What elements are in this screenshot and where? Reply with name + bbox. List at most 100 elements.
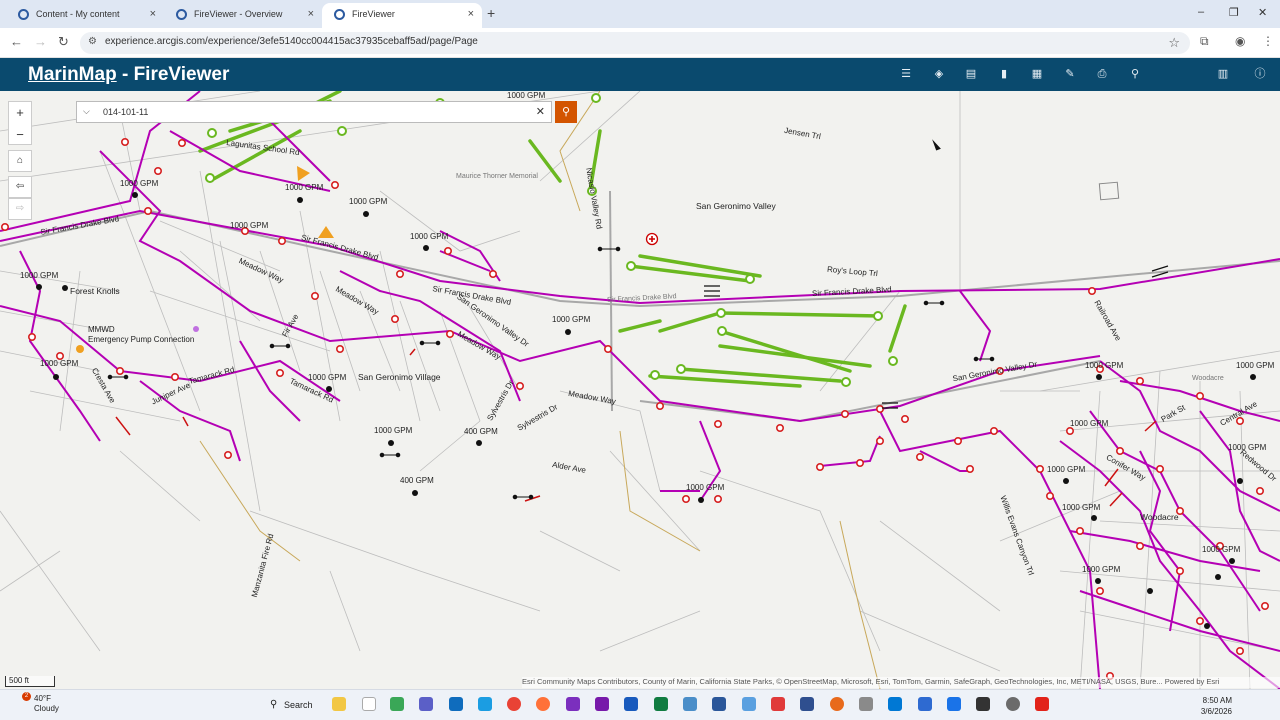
back-arrow-icon[interactable]: ←: [10, 34, 23, 49]
file-explorer-icon[interactable]: [332, 697, 346, 711]
app-dark-icon[interactable]: [976, 697, 990, 711]
app-purple-icon[interactable]: [566, 697, 580, 711]
map-label: 1000 GPM: [1070, 419, 1109, 428]
zoom-in-button[interactable]: +: [9, 102, 31, 124]
taskbar-search[interactable]: ⚲ Search: [262, 695, 322, 715]
word-icon[interactable]: [624, 697, 638, 711]
layers-icon[interactable]: ◈: [932, 67, 946, 81]
tab-title: Content - My content: [36, 9, 120, 19]
app-win-blue-icon[interactable]: [888, 697, 902, 711]
close-icon[interactable]: ×: [150, 3, 156, 25]
firefox-icon[interactable]: [536, 697, 550, 711]
tab-fireviewer[interactable]: FireViewer ×: [322, 3, 482, 28]
close-window-button[interactable]: ✕: [1258, 6, 1267, 19]
info-icon[interactable]: ⓘ: [1253, 67, 1267, 81]
address-bar[interactable]: ⚙ experience.arcgis.com/experience/3efe5…: [80, 32, 1190, 54]
map-label: 1000 GPM: [40, 359, 79, 368]
app-navy-icon[interactable]: [800, 697, 814, 711]
app-darkblue-icon[interactable]: [712, 697, 726, 711]
basemap-gallery-icon[interactable]: ▦: [1030, 67, 1044, 81]
system-clock[interactable]: 8:50 AM 3/6/2026: [1201, 695, 1232, 717]
tab-title: FireViewer: [352, 9, 395, 19]
restore-button[interactable]: ❐: [1229, 6, 1239, 19]
settings-blue-icon[interactable]: [918, 697, 932, 711]
app-red-icon[interactable]: [771, 697, 785, 711]
arcgis-favicon-icon: [334, 9, 345, 20]
cast-icon[interactable]: ⧉: [1200, 34, 1209, 49]
snipping-tool-icon[interactable]: [859, 697, 873, 711]
map-label: 1000 GPM: [1085, 361, 1124, 370]
profile-icon[interactable]: ◉: [1235, 34, 1245, 48]
map-label: 1000 GPM: [1236, 361, 1275, 370]
new-tab-button[interactable]: +: [487, 5, 495, 21]
bookmark-star-icon[interactable]: ☆: [1168, 35, 1180, 51]
notification-badge: 2: [22, 692, 31, 701]
minimize-button[interactable]: –: [1198, 6, 1204, 18]
search-button[interactable]: ⚲: [555, 101, 577, 123]
map-label: Emergency Pump Connection: [88, 335, 195, 344]
previous-extent-button[interactable]: ⇦: [8, 176, 32, 198]
measure-icon[interactable]: ✎: [1063, 67, 1077, 81]
map-label: 1000 GPM: [374, 426, 413, 435]
arcgis-favicon-icon: [18, 9, 29, 20]
app-blue-icon[interactable]: [683, 697, 697, 711]
print-icon[interactable]: ⎙: [1095, 67, 1109, 81]
onenote-icon[interactable]: [595, 697, 609, 711]
app-lightblue-icon[interactable]: [742, 697, 756, 711]
legend-list-icon[interactable]: ☰: [899, 67, 913, 81]
app-title-rest: - FireViewer: [116, 64, 230, 85]
clear-search-icon[interactable]: ✕: [536, 105, 545, 118]
medical-marker: [645, 232, 659, 246]
app-orange-icon[interactable]: [830, 697, 844, 711]
map-label: 1000 GPM: [1062, 503, 1101, 512]
chrome-icon[interactable]: [507, 697, 521, 711]
map-label: 400 GPM: [464, 427, 498, 436]
close-icon[interactable]: ×: [308, 3, 314, 25]
map-label: 400 GPM: [400, 476, 434, 485]
search-icon: ⚲: [270, 699, 278, 710]
edge-icon[interactable]: [478, 697, 492, 711]
weather-widget[interactable]: 2 40°F Cloudy: [8, 692, 59, 714]
table-icon[interactable]: ▥: [1216, 67, 1230, 81]
search-input[interactable]: [103, 104, 523, 120]
close-icon[interactable]: ×: [468, 3, 474, 25]
poi-marker: [193, 326, 199, 332]
app-green-icon[interactable]: [390, 697, 404, 711]
browser-tab-strip: Content - My content × FireViewer - Over…: [0, 0, 1280, 28]
query-icon[interactable]: ▤: [964, 67, 978, 81]
map-view[interactable]: 1000 GPM Lagunitas School Rd Maurice Tho…: [0, 91, 1280, 689]
home-button[interactable]: ⌂: [8, 150, 32, 172]
zoom-out-button[interactable]: −: [9, 124, 31, 146]
map-label: 1000 GPM: [349, 197, 388, 206]
map-label: 1000 GPM: [1082, 565, 1121, 574]
excel-icon[interactable]: [654, 697, 668, 711]
menu-kebab-icon[interactable]: ⋮: [1262, 34, 1274, 48]
notepad-icon[interactable]: [362, 697, 376, 711]
clock-date: 3/6/2026: [1200, 707, 1232, 716]
marinmap-link[interactable]: MarinMap: [28, 64, 117, 85]
map-label: Maurice Thorner Memorial: [456, 173, 538, 180]
tab-fireviewer-overview[interactable]: FireViewer - Overview ×: [164, 3, 322, 28]
outlook-icon[interactable]: [449, 697, 463, 711]
reload-icon[interactable]: ↻: [58, 34, 69, 50]
tab-content[interactable]: Content - My content ×: [6, 3, 164, 28]
map-label: San Geronimo Village: [358, 372, 441, 382]
site-info-icon[interactable]: ⚙: [88, 36, 98, 48]
search-icon: ⚲: [561, 106, 571, 118]
map-label: 1000 GPM: [1202, 545, 1241, 554]
map-attribution: Esri Community Maps Contributors, County…: [522, 677, 1280, 688]
map-label: Woodacre: [1140, 512, 1179, 522]
gear-icon[interactable]: [1006, 697, 1020, 711]
forward-extent-icon: ⇨: [15, 203, 25, 214]
chevron-down-icon[interactable]: ⌵: [83, 106, 90, 117]
next-extent-button[interactable]: ⇨: [8, 198, 32, 220]
bookmark-icon[interactable]: ▮: [997, 67, 1011, 81]
map-label: 1000 GPM: [285, 183, 324, 192]
forward-arrow-icon[interactable]: →: [34, 34, 47, 49]
acrobat-icon[interactable]: [1035, 697, 1049, 711]
teams-icon[interactable]: [419, 697, 433, 711]
tab-title: FireViewer - Overview: [194, 9, 283, 19]
map-label: San Geronimo Valley: [696, 201, 776, 211]
share-icon[interactable]: ⚲: [1128, 67, 1142, 81]
app-screen-icon[interactable]: [947, 697, 961, 711]
